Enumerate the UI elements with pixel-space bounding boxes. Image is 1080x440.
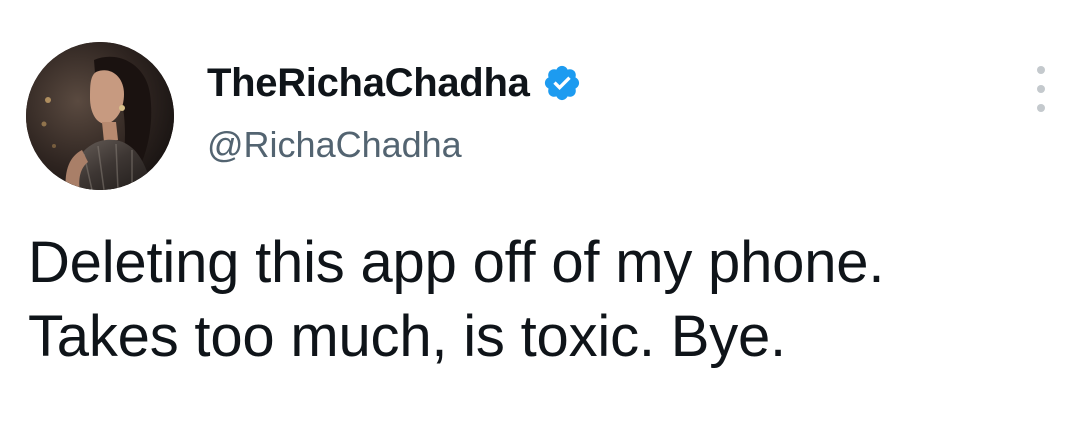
tweet-text-line-2: Takes too much, is toxic. Bye. <box>28 304 786 369</box>
display-name-row: TheRichaChadha <box>207 56 582 110</box>
tweet-text: Deleting this app off of my phone. Takes… <box>28 226 1068 374</box>
more-options-button[interactable] <box>1026 66 1056 112</box>
avatar-photo <box>26 42 174 190</box>
tweet-card: TheRichaChadha @RichaChadha Deleting thi… <box>0 0 1080 440</box>
tweet-text-line-1: Deleting this app off of my phone. <box>28 230 885 295</box>
more-options-icon-dot <box>1037 104 1045 112</box>
more-options-icon <box>1037 66 1045 74</box>
more-options-icon-dot <box>1037 85 1045 93</box>
display-name[interactable]: TheRichaChadha <box>207 61 530 106</box>
verified-badge-icon <box>542 63 582 103</box>
user-handle[interactable]: @RichaChadha <box>207 124 462 166</box>
profile-avatar[interactable] <box>26 42 174 190</box>
